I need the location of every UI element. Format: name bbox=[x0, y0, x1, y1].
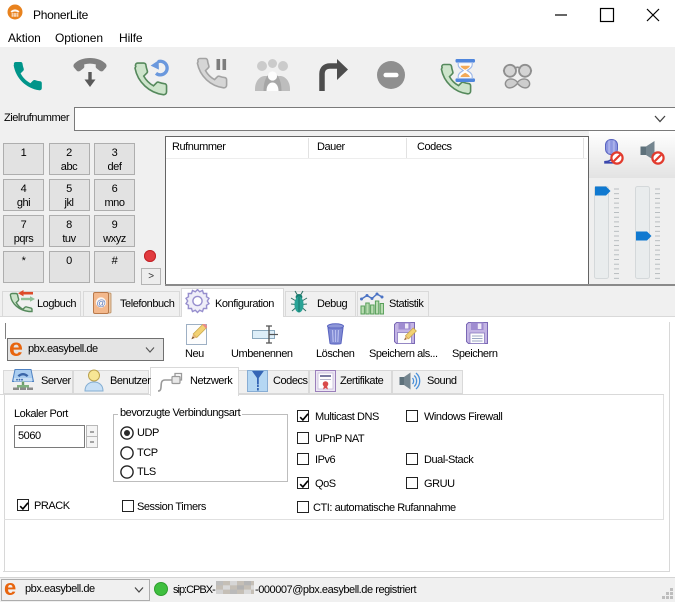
svg-text:@: @ bbox=[96, 298, 105, 309]
